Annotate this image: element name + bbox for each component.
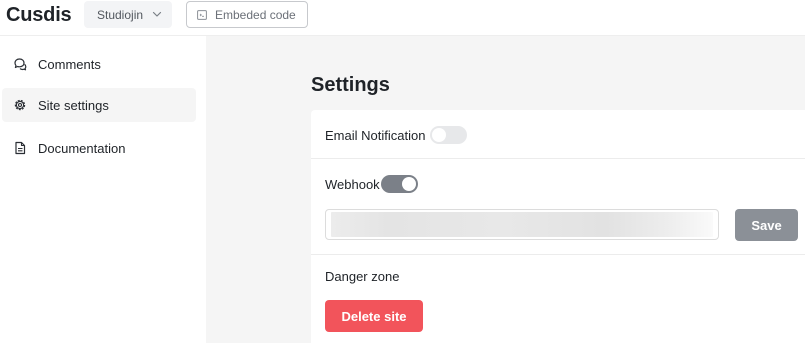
gear-icon (14, 99, 26, 111)
webhook-row: Webhook Save (311, 159, 805, 255)
email-notification-row: Email Notification (311, 110, 805, 159)
save-button[interactable]: Save (735, 209, 798, 241)
code-icon (197, 10, 207, 20)
sidebar-item-site-settings[interactable]: Site settings (2, 88, 196, 122)
sidebar: Comments Site settings Documentation (0, 36, 206, 343)
webhook-toggle[interactable] (381, 175, 418, 193)
toggle-knob (432, 128, 446, 142)
site-selector[interactable]: Studiojin (84, 1, 172, 28)
site-selector-label: Studiojin (97, 7, 144, 22)
sidebar-item-label: Comments (38, 56, 101, 72)
webhook-url-value (331, 212, 713, 237)
webhook-label: Webhook (325, 177, 380, 192)
top-bar: Cusdis Studiojin Embeded code (0, 0, 805, 36)
webhook-url-input[interactable] (325, 209, 719, 240)
main-content: Settings Email Notification Webhook Save… (206, 36, 805, 343)
sidebar-item-comments[interactable]: Comments (2, 47, 196, 81)
delete-site-button[interactable]: Delete site (325, 300, 423, 332)
embed-code-button[interactable]: Embeded code (186, 1, 308, 28)
sidebar-item-label: Site settings (38, 97, 109, 113)
sidebar-item-label: Documentation (38, 140, 126, 156)
email-notification-label: Email Notification (325, 128, 426, 143)
chevron-down-icon (152, 11, 162, 17)
settings-card: Email Notification Webhook Save Danger z… (311, 110, 805, 343)
document-icon (15, 141, 26, 155)
danger-zone-label: Danger zone (325, 269, 400, 284)
chat-bubbles-icon (14, 58, 27, 71)
page-title: Settings (311, 74, 390, 96)
danger-zone-row: Danger zone Delete site (311, 255, 805, 343)
sidebar-item-documentation[interactable]: Documentation (2, 131, 196, 165)
app-logo[interactable]: Cusdis (6, 4, 72, 27)
embed-code-label: Embeded code (215, 7, 296, 22)
email-notification-toggle[interactable] (430, 126, 467, 144)
toggle-knob (402, 177, 416, 191)
